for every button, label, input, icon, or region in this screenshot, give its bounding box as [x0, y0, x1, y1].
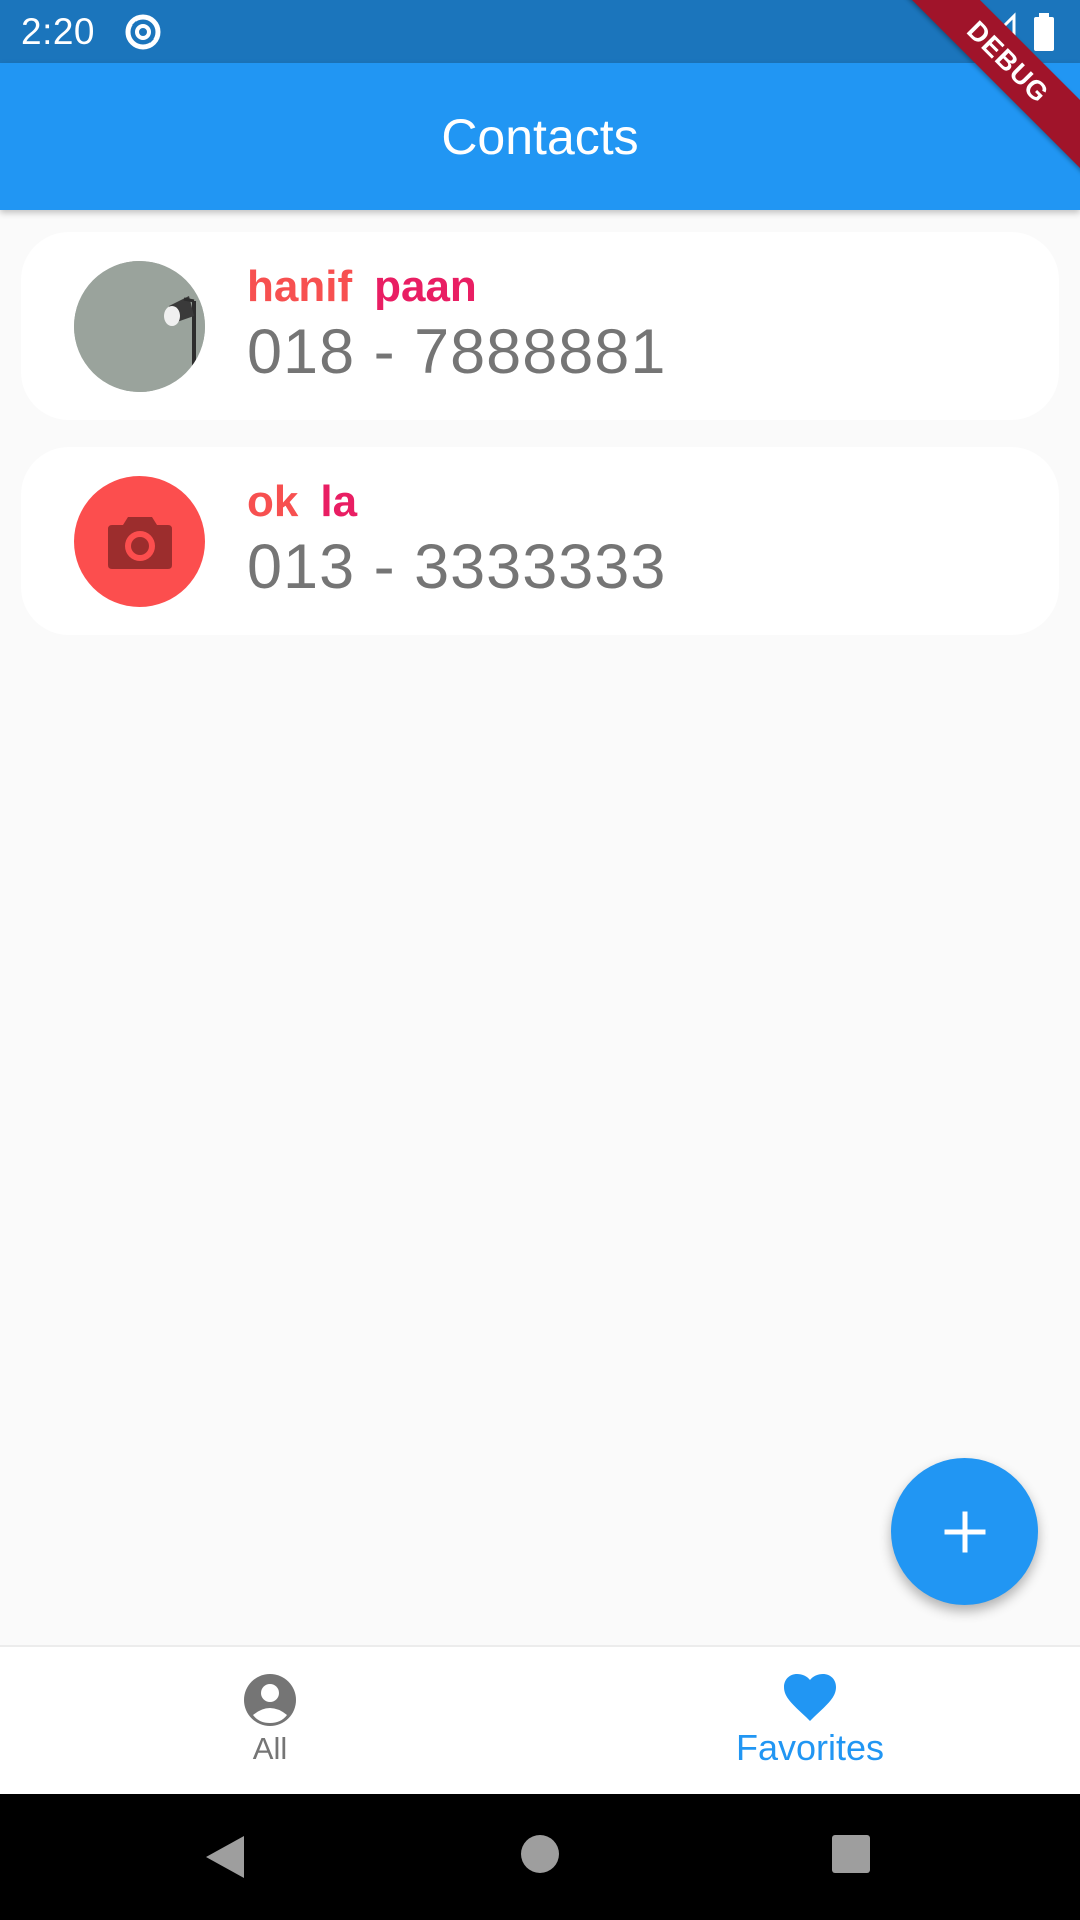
- plus-icon: [944, 1511, 985, 1552]
- camera-icon: [107, 516, 172, 569]
- status-time: 2:20: [21, 10, 96, 52]
- home-icon[interactable]: [520, 1834, 560, 1874]
- account-circle-icon: [244, 1674, 296, 1726]
- contact-first-name: ok: [247, 477, 299, 526]
- nav-label-all: All: [252, 1731, 288, 1766]
- nav-item-all[interactable]: All: [0, 1647, 540, 1794]
- nav-item-favorites[interactable]: Favorites: [540, 1647, 1080, 1794]
- contact-text: hanif paan 018 - 7888881: [247, 260, 666, 390]
- heart-icon: [784, 1674, 836, 1721]
- contact-last-name: paan: [374, 262, 477, 311]
- contact-phone: 018 - 7888881: [247, 317, 667, 387]
- battery-icon: [1034, 13, 1054, 51]
- contact-card[interactable]: hanif paan 018 - 7888881: [21, 232, 1059, 420]
- contact-name: ok la: [247, 475, 666, 529]
- add-contact-button[interactable]: [891, 1458, 1038, 1605]
- page-title: Contacts: [441, 108, 639, 165]
- contact-last-name: la: [320, 477, 358, 526]
- contact-text: ok la 013 - 3333333: [247, 475, 666, 605]
- app-bar: Contacts: [0, 63, 1080, 210]
- bottom-navigation: All Favorites: [0, 1645, 1080, 1794]
- contact-card[interactable]: ok la 013 - 3333333: [21, 447, 1059, 635]
- screen: 2:20 DEBUG Contacts hanif paan 018 - 788…: [0, 0, 1080, 1920]
- sync-icon: [125, 14, 161, 49]
- contact-name: hanif paan: [247, 260, 666, 314]
- back-icon[interactable]: [204, 1834, 246, 1880]
- contact-first-name: hanif: [247, 262, 353, 311]
- status-bar: 2:20: [0, 0, 1080, 63]
- recents-icon[interactable]: [831, 1834, 871, 1874]
- nav-label-favorites: Favorites: [735, 1727, 885, 1768]
- system-navigation-bar: [0, 1794, 1080, 1920]
- contact-phone: 013 - 3333333: [247, 532, 667, 602]
- contact-avatar-photo: [74, 261, 205, 392]
- lamp-photo-icon: [74, 261, 205, 392]
- contact-avatar-camera: [74, 476, 205, 607]
